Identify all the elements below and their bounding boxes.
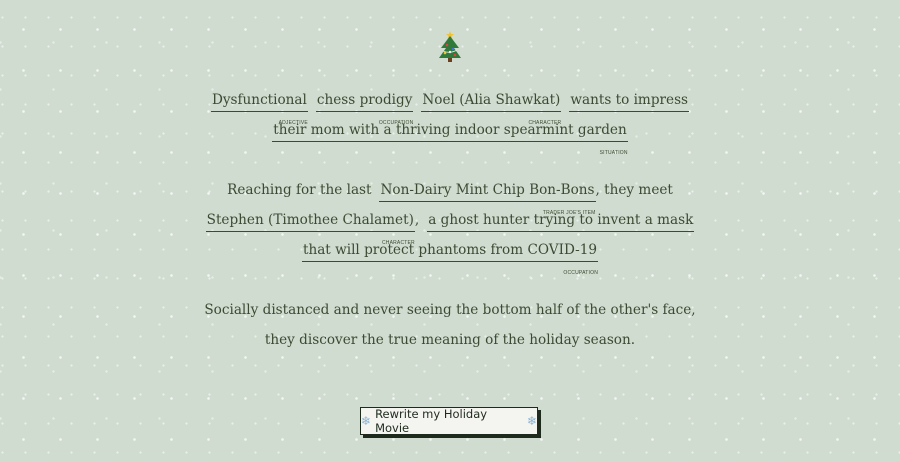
character-value: Noel (Alia Shawkat) xyxy=(422,92,561,108)
adjective-value: Dysfunctional xyxy=(211,92,307,108)
story-line-7: they discover the true meaning of the ho… xyxy=(0,330,900,360)
occupation-2-value-part1: a ghost hunter trying to invent a mask xyxy=(428,212,694,228)
rewrite-movie-button[interactable]: ❄ Rewrite my Holiday Movie ❄ xyxy=(360,407,538,435)
story-line-5: that will protect phantoms from COVID-19… xyxy=(0,240,900,276)
occupation-slot[interactable]: chess prodigy OCCUPATION xyxy=(315,90,414,126)
snowflake-icon: ❄ xyxy=(526,414,537,428)
situation-tag: SITUATION xyxy=(599,150,628,156)
rewrite-movie-label: Rewrite my Holiday Movie xyxy=(375,407,488,435)
occupation-2-slot-part1[interactable]: a ghost hunter trying to invent a mask xyxy=(427,210,695,232)
story-line-4: Stephen (Timothee Chalamet) CHARACTER , … xyxy=(0,210,900,246)
occupation-2-value-part2: that will protect phantoms from COVID-19 xyxy=(302,242,597,258)
occupation-2-tag: OCCUPATION xyxy=(563,270,598,276)
comma-text: , xyxy=(414,212,420,228)
christmas-tree-icon xyxy=(439,31,461,62)
story-line-3: Reaching for the last Non-Dairy Mint Chi… xyxy=(0,180,900,216)
character-2-slot[interactable]: Stephen (Timothee Chalamet) CHARACTER xyxy=(205,210,415,246)
verb-slot[interactable]: wants to impress xyxy=(569,90,690,112)
story-line-6: Socially distanced and never seeing the … xyxy=(0,300,900,330)
closing-line-1: Socially distanced and never seeing the … xyxy=(204,302,696,318)
they-meet-text: , they meet xyxy=(595,182,673,198)
occupation-2-slot-part2[interactable]: that will protect phantoms from COVID-19… xyxy=(301,240,598,276)
closing-line-2: they discover the true meaning of the ho… xyxy=(264,332,636,348)
adjective-slot[interactable]: Dysfunctional ADJECTIVE xyxy=(210,90,308,126)
situation-value: their mom with a thriving indoor spearmi… xyxy=(273,122,627,138)
trader-joes-item-value: Non-Dairy Mint Chip Bon-Bons xyxy=(380,182,595,198)
verb-value: wants to impress xyxy=(570,92,689,108)
intro-text: Reaching for the last xyxy=(227,182,372,198)
situation-slot[interactable]: their mom with a thriving indoor spearmi… xyxy=(272,120,628,156)
character-slot[interactable]: Noel (Alia Shawkat) CHARACTER xyxy=(421,90,562,126)
snowflake-icon: ❄ xyxy=(361,414,372,428)
trader-joes-item-slot[interactable]: Non-Dairy Mint Chip Bon-Bons TRADER JOE'… xyxy=(379,180,596,216)
story-line-1: Dysfunctional ADJECTIVE chess prodigy OC… xyxy=(0,90,900,126)
occupation-value: chess prodigy xyxy=(316,92,413,108)
story-line-2: their mom with a thriving indoor spearmi… xyxy=(0,120,900,156)
character-2-value: Stephen (Timothee Chalamet) xyxy=(206,212,414,228)
